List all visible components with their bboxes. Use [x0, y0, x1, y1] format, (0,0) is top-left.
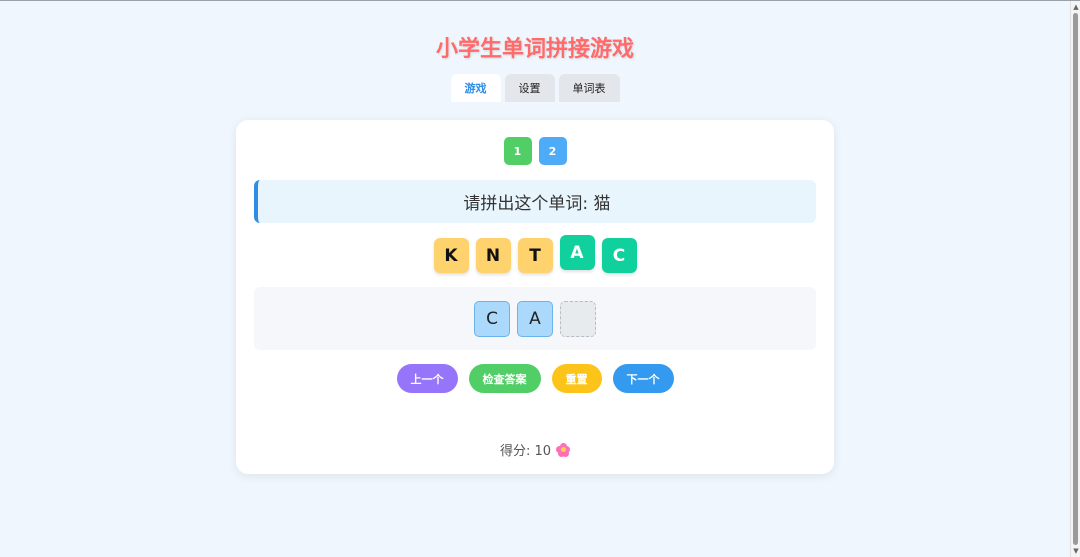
- level-button-1[interactable]: 1: [503, 137, 532, 165]
- letter-tile-k[interactable]: K: [433, 238, 469, 273]
- letter-tile-a[interactable]: A: [559, 235, 595, 270]
- scroll-thumb[interactable]: [1073, 13, 1078, 545]
- answer-area: C A: [254, 287, 816, 350]
- vertical-scrollbar[interactable]: ▲ ▼: [1070, 1, 1080, 557]
- previous-button[interactable]: 上一个: [396, 364, 458, 393]
- scroll-up-arrow-icon[interactable]: ▲: [1072, 2, 1080, 12]
- letter-tile-c[interactable]: C: [601, 238, 637, 273]
- flower-icon: [556, 442, 571, 457]
- letter-pool: K N T A C: [236, 235, 834, 277]
- answer-slot-3[interactable]: [560, 300, 596, 337]
- page-title: 小学生单词拼接游戏: [435, 37, 634, 62]
- next-button[interactable]: 下一个: [612, 364, 674, 393]
- word-prompt: 请拼出这个单词: 猫: [254, 180, 816, 223]
- letter-tile-n[interactable]: N: [475, 238, 511, 273]
- level-selector: 1 2: [236, 137, 834, 165]
- tab-bar: 游戏 设置 单词表: [0, 74, 1070, 102]
- reset-button[interactable]: 重置: [551, 364, 602, 393]
- answer-slot-2[interactable]: A: [517, 300, 553, 337]
- check-answer-button[interactable]: 检查答案: [468, 364, 541, 393]
- scroll-down-arrow-icon[interactable]: ▼: [1072, 546, 1080, 556]
- score-display: 得分: 10: [236, 440, 834, 459]
- tab-game[interactable]: 游戏: [450, 74, 501, 102]
- score-text: 得分: 10: [499, 444, 552, 459]
- game-card: 1 2 请拼出这个单词: 猫 K N T A C C A 上一个 检查答案 重置…: [236, 120, 834, 474]
- control-buttons: 上一个 检查答案 重置 下一个: [236, 364, 834, 393]
- level-button-2[interactable]: 2: [538, 137, 567, 165]
- tab-settings[interactable]: 设置: [504, 74, 555, 102]
- answer-slot-1[interactable]: C: [474, 300, 510, 337]
- letter-tile-t[interactable]: T: [517, 238, 553, 273]
- app: 小学生单词拼接游戏 游戏 设置 单词表 1 2 请拼出这个单词: 猫 K N T…: [0, 1, 1070, 557]
- tab-word-list[interactable]: 单词表: [558, 74, 620, 102]
